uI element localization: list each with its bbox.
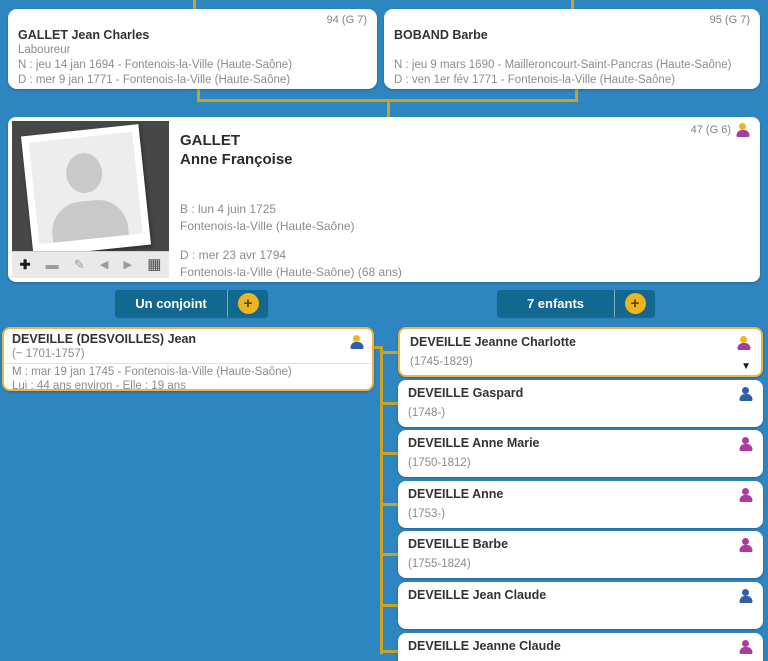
gallery-icon[interactable]: ▦: [147, 252, 161, 278]
silhouette-head: [64, 151, 105, 195]
person-name: BOBAND Barbe: [394, 28, 488, 42]
person-name: DEVEILLE Jean Claude: [408, 588, 547, 602]
edit-photo-icon[interactable]: ✎: [74, 252, 85, 278]
life-dates: [408, 608, 753, 622]
main-person-card[interactable]: ✚ ▬ ✎ ◀ ▶ ▦ 47 (G 6) GALLET Anne Françoi…: [8, 117, 760, 282]
life-dates: (1753-): [408, 508, 446, 520]
photo-frame: [20, 124, 152, 257]
birth-place: Fontenois-la-Ville (Haute-Saône): [180, 219, 355, 233]
life-dates: (1755-1824): [408, 558, 471, 570]
remove-photo-icon[interactable]: ▬: [46, 252, 59, 278]
spouse-card[interactable]: DEVEILLE (DESVOILLES) Jean (~ 1701-1757)…: [2, 327, 374, 392]
person-female-sosa-icon: [736, 336, 751, 350]
birth-date: B : lun 4 juin 1725: [180, 202, 277, 216]
connector-child-stub: [380, 553, 398, 556]
add-child-button[interactable]: +: [624, 293, 646, 314]
add-photo-icon[interactable]: ✚: [20, 252, 31, 278]
person-female-icon: [738, 437, 753, 451]
person-female-icon: [738, 538, 753, 552]
person-female-icon: [738, 640, 753, 654]
person-name: GALLET Anne Françoise: [180, 131, 293, 169]
person-name: DEVEILLE Barbe: [408, 537, 509, 551]
spouse-section-label: Un conjoint: [115, 290, 228, 317]
connector-child-stub: [380, 604, 398, 607]
child-card[interactable]: DEVEILLE Anne (1753-): [398, 481, 763, 528]
death-line: D : ven 1er fév 1771 - Fontenois-la-Vill…: [394, 74, 676, 86]
person-name: DEVEILLE Anne Marie: [408, 436, 540, 450]
marriage-line: M : mar 19 jan 1745 - Fontenois-la-Ville…: [12, 366, 292, 378]
ages-line: Lui : 44 ans environ - Elle : 19 ans: [12, 380, 186, 392]
children-section-label: 7 enfants: [497, 290, 615, 317]
person-surname: GALLET: [180, 132, 240, 149]
person-name: DEVEILLE Jeanne Claude: [408, 639, 561, 653]
next-photo-icon[interactable]: ▶: [124, 252, 132, 278]
spouse-section-bar: Un conjoint +: [115, 290, 268, 317]
children-section-bar: 7 enfants +: [497, 290, 655, 317]
connector-child-stub: [380, 650, 398, 653]
person-male-icon: [738, 589, 753, 603]
person-name: DEVEILLE Anne: [408, 487, 504, 501]
add-spouse-zone: +: [228, 290, 268, 317]
divider: [4, 363, 372, 364]
death-date: D : mer 23 avr 1794: [180, 248, 287, 262]
person-name: GALLET Jean Charles: [18, 28, 150, 42]
life-dates: (1750-1812): [408, 457, 471, 469]
death-line: D : mer 9 jan 1771 - Fontenois-la-Ville …: [18, 74, 291, 86]
person-given-name: Anne Françoise: [180, 151, 293, 168]
child-card[interactable]: DEVEILLE Jeanne Charlotte (1745-1829) ▼: [398, 327, 763, 377]
life-dates: (1748-): [408, 407, 446, 419]
sosa-ref: 94 (G 7): [326, 14, 367, 26]
chevron-down-icon[interactable]: ▼: [741, 361, 751, 372]
person-male-sosa-icon: [349, 335, 364, 349]
person-name: DEVEILLE (DESVOILLES) Jean: [12, 332, 197, 346]
silhouette-body: [49, 196, 130, 245]
connector-child-stub: [380, 351, 398, 354]
vital-events: B : lun 4 juin 1725 Fontenois-la-Ville (…: [180, 201, 402, 281]
person-name: DEVEILLE Gaspard: [408, 386, 524, 400]
mother-card[interactable]: 95 (G 7) BOBAND Barbe N : jeu 9 mars 169…: [384, 9, 760, 89]
photo-toolbar: ✚ ▬ ✎ ◀ ▶ ▦: [12, 251, 169, 278]
sosa-ref: 95 (G 7): [709, 14, 750, 26]
person-male-icon: [738, 387, 753, 401]
add-spouse-button[interactable]: +: [237, 293, 259, 314]
child-card[interactable]: DEVEILLE Jean Claude: [398, 582, 763, 629]
profession: [394, 43, 750, 58]
person-female-sosa-icon: [735, 123, 750, 137]
birth-line: N : jeu 14 jan 1694 - Fontenois-la-Ville…: [18, 59, 293, 71]
silhouette-image: [28, 131, 143, 245]
connector-children-trunk: [380, 346, 383, 654]
add-child-zone: +: [615, 290, 655, 317]
child-card[interactable]: DEVEILLE Anne Marie (1750-1812): [398, 430, 763, 477]
connector-to-person: [387, 99, 390, 118]
person-name: DEVEILLE Jeanne Charlotte: [410, 335, 577, 349]
sosa-ref: 47 (G 6): [690, 124, 731, 136]
sosa-ref-row: 47 (G 6): [691, 123, 750, 137]
life-dates: (~ 1701-1757): [12, 348, 85, 360]
connector-child-stub: [380, 402, 398, 405]
death-place: Fontenois-la-Ville (Haute-Saône) (68 ans…: [180, 265, 402, 279]
photo-placeholder: ✚ ▬ ✎ ◀ ▶ ▦: [12, 121, 169, 278]
child-card[interactable]: DEVEILLE Jeanne Claude: [398, 633, 763, 661]
father-card[interactable]: 94 (G 7) GALLET Jean Charles Laboureur N…: [8, 9, 377, 89]
child-card[interactable]: DEVEILLE Barbe (1755-1824): [398, 531, 763, 578]
family-tree-view: 94 (G 7) GALLET Jean Charles Laboureur N…: [0, 0, 768, 661]
profession: Laboureur: [18, 44, 71, 56]
life-dates: (1745-1829): [410, 356, 473, 368]
previous-photo-icon[interactable]: ◀: [100, 252, 108, 278]
birth-line: N : jeu 9 mars 1690 - Mailleroncourt-Sai…: [394, 59, 732, 71]
connector-child-stub: [380, 503, 398, 506]
connector-child-stub: [380, 452, 398, 455]
child-card[interactable]: DEVEILLE Gaspard (1748-): [398, 380, 763, 427]
person-female-icon: [738, 488, 753, 502]
